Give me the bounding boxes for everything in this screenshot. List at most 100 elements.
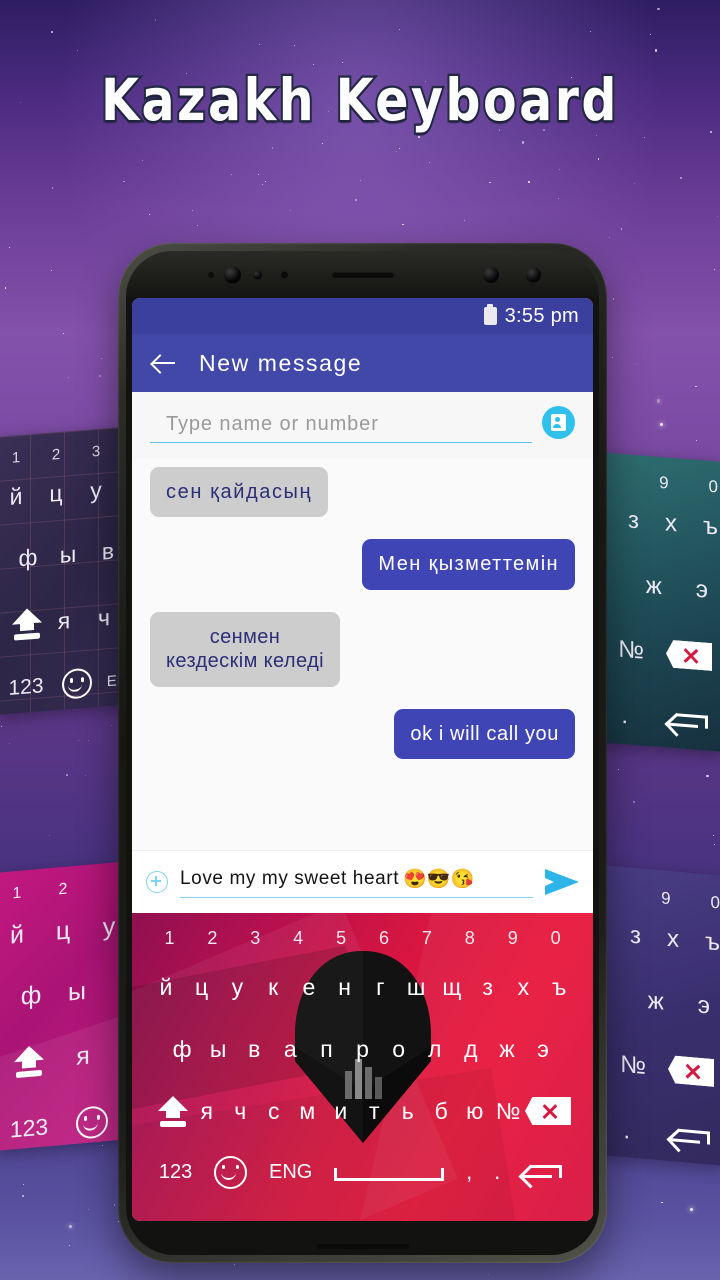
sensor-dot-icon <box>208 271 214 278</box>
key-8[interactable]: 8 <box>448 928 491 949</box>
key-2[interactable]: 2 <box>191 928 234 949</box>
background-keyboard-right-top: 9 0 з х ъ ж э № . <box>596 451 720 752</box>
key-letter[interactable]: т <box>358 1098 392 1125</box>
key-letter[interactable]: ю <box>458 1098 492 1125</box>
key-letter[interactable]: ц <box>184 974 220 1001</box>
bg-key: ц <box>49 479 63 507</box>
numeric-mode-button[interactable]: 123 <box>159 1161 192 1184</box>
message-bubble-outgoing: ok i will call you <box>394 708 575 759</box>
key-numero[interactable]: № <box>492 1098 526 1125</box>
spacebar-icon[interactable] <box>334 1163 445 1181</box>
bg-key: 0 <box>710 892 720 913</box>
phone-top-bezel <box>126 251 599 298</box>
bg-key: ф <box>18 543 38 572</box>
smiley-icon[interactable] <box>214 1155 248 1189</box>
bg-key: 1 <box>11 449 21 467</box>
page-title: Kazakh Keyboard <box>99 65 619 137</box>
phone-mockup: 3:55 pm New message Type name or number … <box>118 243 607 1263</box>
key-letter[interactable]: ы <box>200 1036 236 1063</box>
send-button[interactable] <box>545 869 579 895</box>
bg-key: ы <box>59 540 77 568</box>
key-letter[interactable]: м <box>291 1098 325 1125</box>
back-arrow-icon[interactable] <box>151 350 177 376</box>
key-letter[interactable]: и <box>324 1098 358 1125</box>
key-letter[interactable]: з <box>470 974 506 1001</box>
key-letter[interactable]: б <box>425 1098 459 1125</box>
key-letter[interactable]: у <box>220 974 256 1001</box>
key-7[interactable]: 7 <box>405 928 448 949</box>
bg-key: ы <box>68 976 86 1007</box>
language-button[interactable]: ENG <box>269 1161 312 1184</box>
key-letter[interactable]: ъ <box>541 974 577 1001</box>
sensor-dot-icon <box>253 270 262 279</box>
bg-key: й <box>9 482 23 510</box>
bg-key: 0 <box>708 476 718 497</box>
recipient-input[interactable]: Type name or number <box>150 413 532 443</box>
key-letter[interactable]: ш <box>398 974 434 1001</box>
background-keyboard-left-bottom: 1 2 й ц у ф ы я 123 <box>0 861 128 1151</box>
bg-key-period: . <box>621 701 628 730</box>
key-4[interactable]: 4 <box>277 928 320 949</box>
bg-key: 2 <box>58 880 68 899</box>
key-letter[interactable]: о <box>381 1036 417 1063</box>
key-letter[interactable]: ч <box>224 1098 258 1125</box>
key-letter[interactable]: н <box>327 974 363 1001</box>
key-letter[interactable]: в <box>236 1036 272 1063</box>
key-letter[interactable]: х <box>506 974 542 1001</box>
backspace-icon <box>666 639 712 671</box>
key-letter[interactable]: ь <box>391 1098 425 1125</box>
page-title: New message <box>199 349 363 376</box>
bg-key: х <box>667 924 679 953</box>
key-1[interactable]: 1 <box>148 928 191 949</box>
key-9[interactable]: 9 <box>491 928 534 949</box>
key-letter[interactable]: а <box>272 1036 308 1063</box>
contact-picker-button[interactable] <box>542 406 575 439</box>
key-6[interactable]: 6 <box>363 928 406 949</box>
key-letter[interactable]: д <box>453 1036 489 1063</box>
key-letter[interactable]: э <box>525 1036 561 1063</box>
recipient-row: Type name or number <box>132 392 593 459</box>
key-letter[interactable]: я <box>190 1098 224 1125</box>
bg-key: я <box>76 1041 90 1071</box>
bg-key: я <box>57 606 71 634</box>
key-letter[interactable]: с <box>257 1098 291 1125</box>
bg-key: ц <box>55 916 71 946</box>
key-letter[interactable]: ф <box>164 1036 200 1063</box>
message-bubble-incoming: сенмен кездескім келеді <box>150 611 340 687</box>
bg-key: ф <box>20 980 42 1011</box>
bg-key: 3 <box>91 442 101 461</box>
keyboard-row-numbers: 1 2 3 4 5 6 7 8 9 0 <box>142 920 583 956</box>
key-letter[interactable]: е <box>291 974 327 1001</box>
compose-input[interactable]: Love my my sweet heart 😍😎😘 <box>180 867 533 898</box>
bg-key: № <box>618 635 644 665</box>
keyboard-row-3: я ч с м и т ь б ю № <box>142 1080 583 1142</box>
key-letter[interactable]: щ <box>434 974 470 1001</box>
key-letter[interactable]: ж <box>489 1036 525 1063</box>
message-line: сенмен <box>209 625 281 648</box>
key-comma[interactable]: , <box>466 1159 472 1185</box>
key-5[interactable]: 5 <box>320 928 363 949</box>
bg-key-period: . <box>623 1117 630 1145</box>
key-0[interactable]: 0 <box>534 928 577 949</box>
key-letter[interactable]: к <box>255 974 291 1001</box>
key-letter[interactable]: г <box>363 974 399 1001</box>
battery-icon <box>483 307 497 325</box>
bg-key: з <box>629 921 641 950</box>
bg-key: х <box>665 509 677 538</box>
key-period[interactable]: . <box>494 1159 500 1185</box>
key-letter[interactable]: л <box>417 1036 453 1063</box>
key-letter[interactable]: р <box>344 1036 380 1063</box>
key-letter[interactable]: й <box>148 974 184 1001</box>
bg-key: й <box>10 920 24 950</box>
backspace-icon[interactable] <box>525 1097 571 1125</box>
shift-icon[interactable] <box>156 1096 190 1127</box>
key-3[interactable]: 3 <box>234 928 277 949</box>
promo-title-wrap: Kazakh Keyboard <box>0 65 720 137</box>
contact-card-icon <box>551 414 566 431</box>
enter-icon[interactable] <box>518 1159 563 1189</box>
enter-icon <box>664 707 708 737</box>
plus-circle-icon[interactable] <box>146 871 168 893</box>
bg-key: № <box>620 1050 646 1081</box>
key-letter[interactable]: п <box>308 1036 344 1063</box>
shift-icon <box>10 607 44 641</box>
